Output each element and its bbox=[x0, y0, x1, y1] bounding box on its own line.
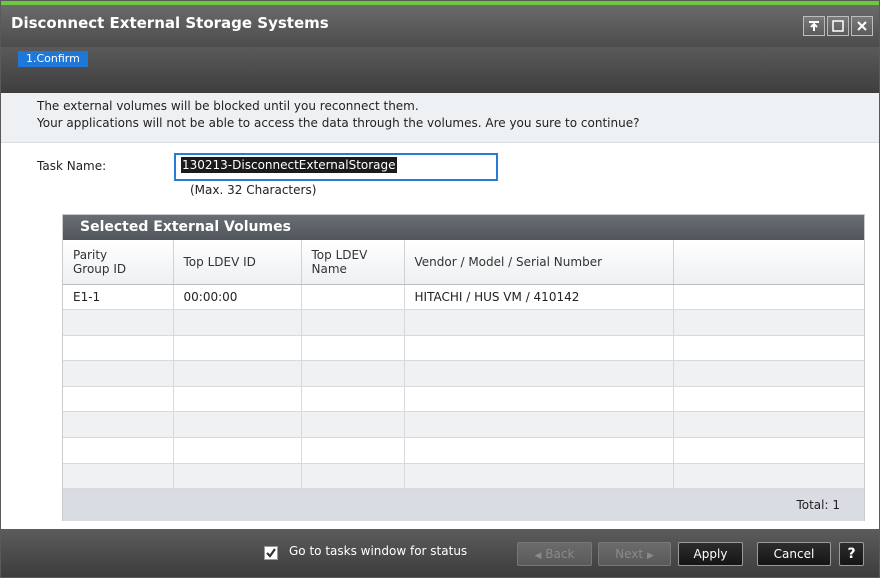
empty-row bbox=[63, 335, 864, 362]
task-name-label: Task Name: bbox=[37, 159, 107, 173]
empty-row bbox=[63, 309, 864, 336]
table-title: Selected External Volumes bbox=[63, 215, 864, 240]
task-name-value: 130213-DisconnectExternalStorage bbox=[181, 157, 397, 173]
info-line-1: The external volumes will be blocked unt… bbox=[37, 99, 419, 113]
tasks-window-checkbox-label[interactable]: Go to tasks window for status bbox=[289, 544, 467, 558]
dialog-footer: Go to tasks window for status ◀ Back Nex… bbox=[1, 529, 879, 577]
cell-empty bbox=[673, 284, 864, 311]
volumes-grid: Parity Group ID Top LDEV ID Top LDEV Nam… bbox=[63, 240, 864, 490]
cell-top-ldev-id: 00:00:00 bbox=[173, 284, 302, 311]
empty-row bbox=[63, 386, 864, 413]
selected-volumes-table: Selected External Volumes Parity Group I… bbox=[62, 214, 865, 522]
check-icon bbox=[266, 548, 276, 558]
window-controls bbox=[803, 16, 873, 36]
col-header-vendor[interactable]: Vendor / Model / Serial Number bbox=[404, 240, 674, 285]
cancel-button[interactable]: Cancel bbox=[757, 542, 831, 566]
task-name-input[interactable]: 130213-DisconnectExternalStorage bbox=[174, 153, 498, 181]
wizard-step-bar: 1.Confirm bbox=[1, 47, 879, 93]
apply-button[interactable]: Apply bbox=[678, 542, 743, 566]
close-icon[interactable] bbox=[851, 16, 873, 36]
help-button[interactable]: ? bbox=[839, 542, 864, 566]
dialog-title: Disconnect External Storage Systems bbox=[11, 14, 329, 32]
cell-vendor: HITACHI / HUS VM / 410142 bbox=[404, 284, 674, 311]
cell-top-ldev-name bbox=[301, 284, 405, 311]
table-row[interactable]: E1-1 00:00:00 HITACHI / HUS VM / 410142 bbox=[63, 284, 864, 311]
step-confirm: 1.Confirm bbox=[18, 51, 88, 67]
col-header-parity-group[interactable]: Parity Group ID bbox=[63, 240, 174, 285]
back-arrow-icon: ◀ bbox=[534, 551, 542, 561]
col-header-top-ldev-id[interactable]: Top LDEV ID bbox=[173, 240, 302, 285]
back-button[interactable]: ◀ Back bbox=[517, 542, 592, 566]
empty-row bbox=[63, 360, 864, 387]
empty-row bbox=[63, 437, 864, 464]
task-name-hint: (Max. 32 Characters) bbox=[190, 183, 317, 197]
pin-icon[interactable] bbox=[803, 16, 825, 36]
title-bar[interactable]: Disconnect External Storage Systems bbox=[1, 5, 879, 47]
cell-parity: E1-1 bbox=[63, 284, 174, 311]
info-line-2: Your applications will not be able to ac… bbox=[37, 116, 640, 130]
next-arrow-icon: ▶ bbox=[646, 551, 654, 561]
empty-row bbox=[63, 463, 864, 490]
dialog-window: Disconnect External Storage Systems 1.Co… bbox=[0, 0, 880, 578]
col-header-top-ldev-name[interactable]: Top LDEV Name bbox=[301, 240, 405, 285]
empty-row bbox=[63, 411, 864, 439]
total-count: Total: 1 bbox=[63, 489, 864, 522]
col-header-empty bbox=[673, 240, 864, 285]
info-message: The external volumes will be blocked unt… bbox=[1, 93, 879, 143]
next-button[interactable]: Next ▶ bbox=[598, 542, 671, 566]
tasks-window-checkbox[interactable] bbox=[264, 546, 278, 560]
maximize-icon[interactable] bbox=[827, 16, 849, 36]
